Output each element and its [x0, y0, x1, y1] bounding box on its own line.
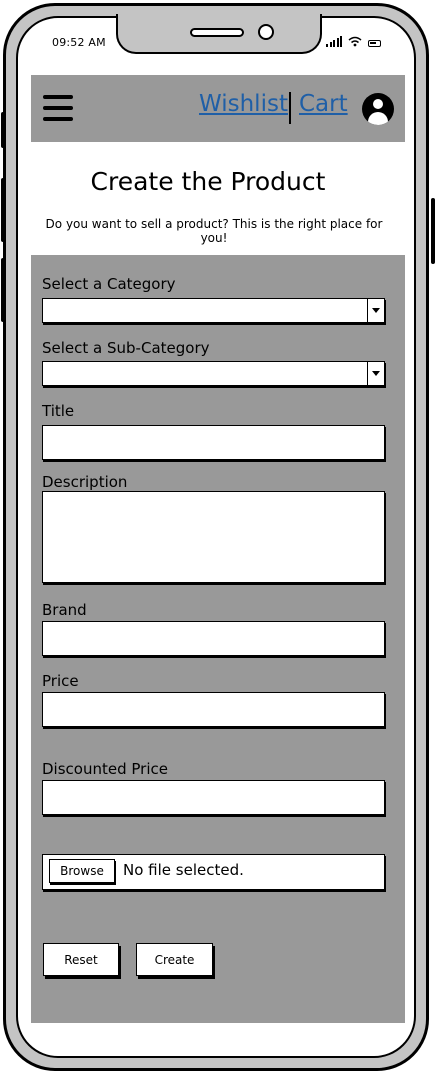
phone-speaker [190, 28, 244, 37]
chevron-down-icon [367, 362, 384, 385]
description-label: Description [42, 473, 128, 491]
create-product-form: Select a Category Select a Sub-Category … [31, 255, 405, 1023]
browse-button[interactable]: Browse [49, 859, 115, 883]
wishlist-link[interactable]: Wishlist [199, 91, 288, 117]
create-button[interactable]: Create [136, 943, 213, 976]
category-label: Select a Category [42, 275, 176, 293]
hamburger-menu-icon[interactable] [43, 95, 73, 121]
phone-camera [258, 24, 274, 40]
title-input[interactable] [42, 425, 385, 460]
page-subtitle: Do you want to sell a product? This is t… [45, 217, 383, 245]
file-status: No file selected. [123, 861, 244, 879]
reset-button[interactable]: Reset [43, 943, 119, 976]
phone-side-button-left-top [1, 112, 5, 148]
status-time: 09:52 AM [52, 36, 106, 49]
description-textarea[interactable] [42, 491, 385, 583]
subcategory-select[interactable] [42, 361, 385, 386]
battery-icon [368, 40, 381, 47]
page-title: Create the Product [90, 167, 326, 196]
price-label: Price [42, 672, 79, 690]
signal-icon [326, 36, 342, 47]
discounted-price-input[interactable] [42, 780, 385, 815]
phone-side-button-left-low [1, 258, 5, 322]
wifi-icon [348, 36, 362, 47]
brand-label: Brand [42, 601, 87, 619]
phone-side-button-left-mid [1, 178, 5, 242]
app-header: Wishlist Cart [31, 75, 405, 142]
user-avatar-icon[interactable] [362, 93, 394, 125]
brand-input[interactable] [42, 621, 385, 656]
nav-separator [289, 92, 291, 124]
discounted-price-label: Discounted Price [42, 760, 168, 778]
cart-link[interactable]: Cart [299, 91, 348, 117]
status-icons [326, 36, 381, 47]
phone-side-button-right [431, 198, 435, 264]
title-label: Title [42, 402, 75, 420]
chevron-down-icon [367, 299, 384, 322]
category-select[interactable] [42, 298, 385, 323]
file-input[interactable]: Browse No file selected. [42, 854, 385, 890]
subcategory-label: Select a Sub-Category [42, 339, 210, 357]
price-input[interactable] [42, 692, 385, 727]
